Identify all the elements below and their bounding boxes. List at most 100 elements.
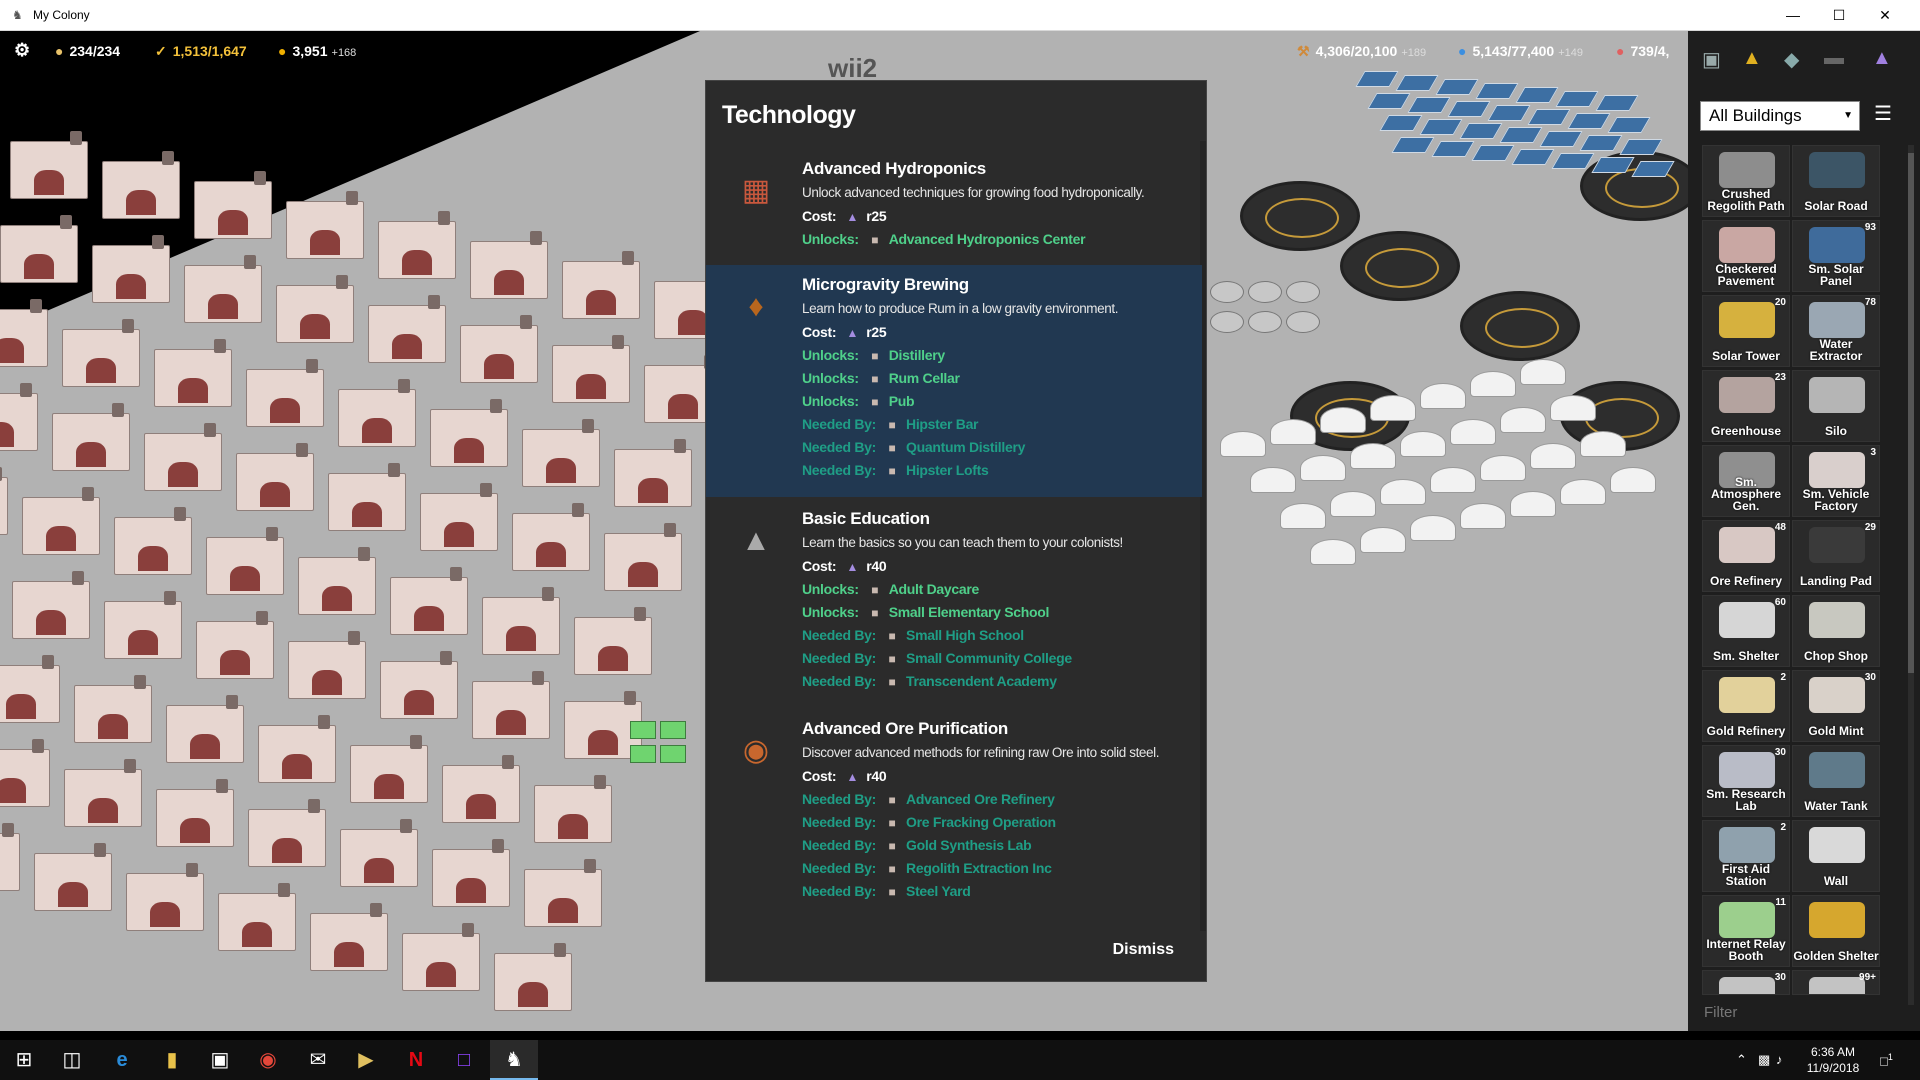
water-tank[interactable] (1286, 311, 1320, 333)
solar-panel[interactable] (1459, 123, 1503, 139)
landing-pad[interactable] (1340, 231, 1460, 301)
warehouse-building[interactable] (102, 161, 180, 219)
warehouse-building[interactable] (460, 325, 538, 383)
crop-plot[interactable] (660, 745, 686, 763)
technology-item[interactable]: ▦ Advanced Hydroponics Unlock advanced tec… (706, 149, 1202, 265)
building-tile[interactable]: Silo (1792, 370, 1880, 442)
building-tile[interactable]: 93 Sm. Solar Panel (1792, 220, 1880, 292)
technology-item[interactable]: ♦ Microgravity Brewing Learn how to produc… (706, 265, 1202, 497)
landing-pad[interactable] (1240, 181, 1360, 251)
solar-panel[interactable] (1395, 75, 1439, 91)
gear-icon[interactable]: ⚙ (14, 40, 30, 61)
warehouse-building[interactable] (442, 765, 520, 823)
solar-panel[interactable] (1367, 93, 1411, 109)
filter-input[interactable]: Filter (1700, 1001, 1900, 1025)
warehouse-building[interactable] (338, 389, 416, 447)
solar-panel[interactable] (1471, 145, 1515, 161)
building-tile[interactable]: 60 Sm. Shelter (1702, 595, 1790, 667)
landing-pad[interactable] (1460, 291, 1580, 361)
warehouse-building[interactable] (248, 809, 326, 867)
store-icon[interactable]: ▣ (196, 1040, 244, 1080)
building-tile[interactable]: 20 Solar Tower (1702, 295, 1790, 367)
building-tile[interactable]: Wall (1792, 820, 1880, 892)
building-tile[interactable]: 30 Gold Mint (1792, 670, 1880, 742)
greenhouse-dome[interactable] (1220, 431, 1266, 457)
unlocks-row[interactable]: Unlocks: ■ Pub (802, 393, 915, 409)
maximize-button[interactable]: ☐ (1816, 0, 1862, 31)
solar-panel[interactable] (1435, 79, 1479, 95)
warehouse-building[interactable] (0, 393, 38, 451)
file-explorer-icon[interactable]: ▮ (148, 1040, 196, 1080)
warehouse-building[interactable] (104, 601, 182, 659)
building-tile[interactable]: Checkered Pavement (1702, 220, 1790, 292)
warehouse-building[interactable] (470, 241, 548, 299)
solar-panel[interactable] (1487, 105, 1531, 121)
greenhouse-dome[interactable] (1470, 371, 1516, 397)
media-player-icon[interactable]: ▶ (342, 1040, 390, 1080)
warehouse-building[interactable] (246, 369, 324, 427)
crop-plot[interactable] (660, 721, 686, 739)
greenhouse-dome[interactable] (1500, 407, 1546, 433)
hat-icon[interactable]: ▬ (1824, 47, 1844, 70)
water-tank[interactable] (1248, 311, 1282, 333)
warehouse-building[interactable] (126, 873, 204, 931)
warehouse-building[interactable] (402, 933, 480, 991)
needed-by-row[interactable]: Needed By: ■ Advanced Ore Refinery (802, 791, 1055, 807)
warehouse-building[interactable] (196, 621, 274, 679)
warehouse-building[interactable] (218, 893, 296, 951)
warehouse-building[interactable] (350, 745, 428, 803)
greenhouse-dome[interactable] (1380, 479, 1426, 505)
warehouse-building[interactable] (114, 517, 192, 575)
solar-panel[interactable] (1419, 119, 1463, 135)
warehouse-building[interactable] (286, 201, 364, 259)
netflix-icon[interactable]: N (392, 1040, 440, 1080)
greenhouse-dome[interactable] (1310, 539, 1356, 565)
warehouse-building[interactable] (524, 869, 602, 927)
warehouse-building[interactable] (276, 285, 354, 343)
needed-by-row[interactable]: Needed By: ■ Hipster Bar (802, 416, 979, 432)
warehouse-building[interactable] (52, 413, 130, 471)
solar-panel[interactable] (1579, 135, 1623, 151)
building-tile[interactable]: 3 Sm. Vehicle Factory (1792, 445, 1880, 517)
warehouse-building[interactable] (154, 349, 232, 407)
building-tile[interactable]: 2 First Aid Station (1702, 820, 1790, 892)
greenhouse-dome[interactable] (1270, 419, 1316, 445)
solar-panel[interactable] (1511, 149, 1555, 165)
solar-panel[interactable] (1567, 113, 1611, 129)
minimize-button[interactable]: — (1770, 0, 1816, 31)
crop-plot[interactable] (630, 721, 656, 739)
close-button[interactable]: ✕ (1862, 0, 1908, 31)
water-tank[interactable] (1210, 281, 1244, 303)
taskbar-clock[interactable]: 6:36 AM 11/9/2018 (1788, 1044, 1878, 1076)
greenhouse-dome[interactable] (1360, 527, 1406, 553)
building-tile[interactable]: 30 Sm. Research Lab (1702, 745, 1790, 817)
solar-panel[interactable] (1527, 109, 1571, 125)
warehouse-building[interactable] (340, 829, 418, 887)
warehouse-building[interactable] (368, 305, 446, 363)
panel-scrollbar[interactable] (1908, 145, 1914, 1005)
greenhouse-dome[interactable] (1530, 443, 1576, 469)
building-tile[interactable]: Sm. Atmosphere Gen. (1702, 445, 1790, 517)
warehouse-building[interactable] (64, 769, 142, 827)
solar-panel[interactable] (1431, 141, 1475, 157)
greenhouse-dome[interactable] (1580, 431, 1626, 457)
greenhouse-dome[interactable] (1400, 431, 1446, 457)
storage-icon[interactable]: ▣ (1702, 47, 1721, 72)
solar-panel[interactable] (1447, 101, 1491, 117)
solar-panel[interactable] (1407, 97, 1451, 113)
warehouse-building[interactable] (288, 641, 366, 699)
solar-panel[interactable] (1391, 137, 1435, 153)
warehouse-building[interactable] (236, 453, 314, 511)
needed-by-row[interactable]: Needed By: ■ Small High School (802, 627, 1024, 643)
warehouse-building[interactable] (206, 537, 284, 595)
warehouse-building[interactable] (156, 789, 234, 847)
greenhouse-dome[interactable] (1370, 395, 1416, 421)
building-tile[interactable]: Crushed Regolith Path (1702, 145, 1790, 217)
needed-by-row[interactable]: Needed By: ■ Small Community College (802, 650, 1072, 666)
technology-item[interactable]: ◉ Advanced Ore Purification Discover advan… (706, 709, 1202, 909)
building-tile[interactable]: 29 Landing Pad (1792, 520, 1880, 592)
solar-panel[interactable] (1555, 91, 1599, 107)
crop-plot[interactable] (630, 745, 656, 763)
volume-icon[interactable]: ♪ (1776, 1052, 1783, 1067)
warehouse-building[interactable] (378, 221, 456, 279)
